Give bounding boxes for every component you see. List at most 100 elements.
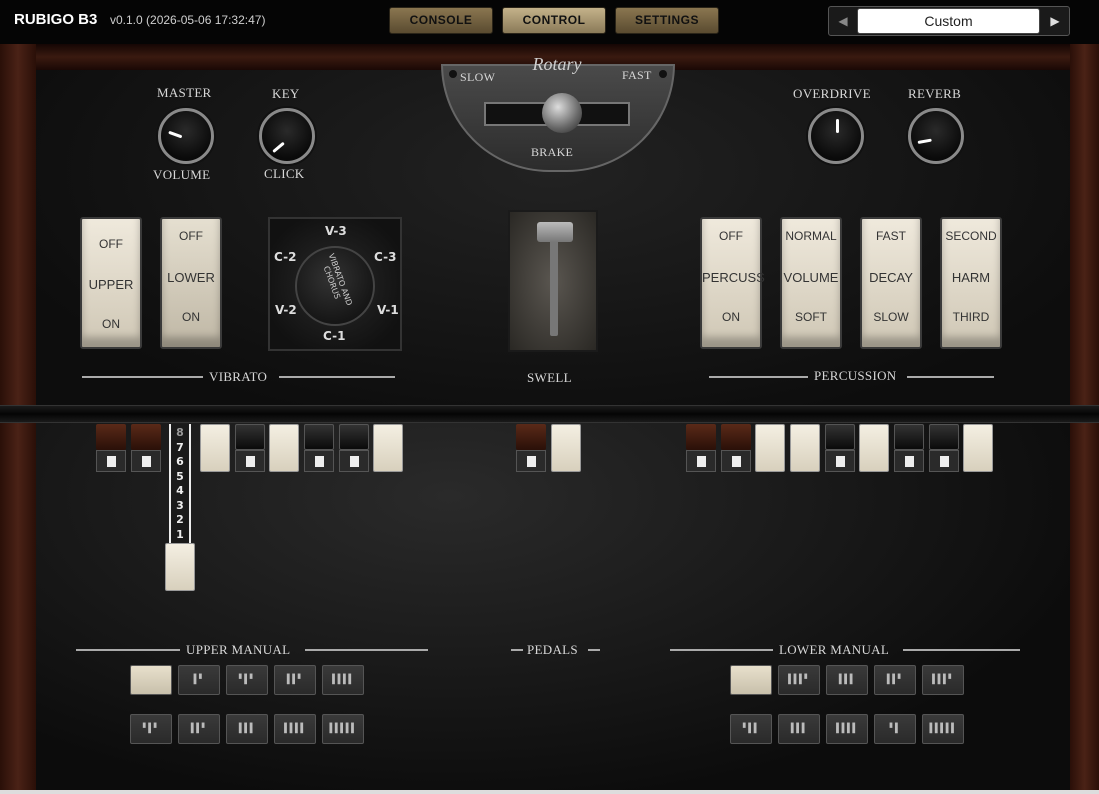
drawbar-scale: 8 7 6 5 4 3 2 1	[172, 426, 188, 542]
upper-drawbar-5[interactable]	[235, 424, 265, 472]
percussion-rule-left	[709, 376, 808, 378]
percussion-decay-switch[interactable]: FAST DECAY SLOW	[860, 217, 922, 349]
rotary-title: Rotary	[532, 54, 582, 74]
switch-top-label: SECOND	[945, 229, 997, 243]
master-volume-knob[interactable]	[158, 108, 214, 164]
selector-c3-label: C-3	[374, 250, 397, 264]
upper-manual-rule-right	[305, 649, 428, 651]
selector-c2-label: C-2	[274, 250, 297, 264]
selector-v1-label: V-1	[377, 303, 399, 317]
upper-preset-key-9[interactable]: ▌▌▌▌	[274, 714, 316, 744]
upper-preset-key-2[interactable]: ▌▘	[178, 665, 220, 695]
screw-icon	[659, 70, 667, 78]
lower-drawbar-1[interactable]	[686, 424, 716, 472]
lower-drawbar-6[interactable]	[859, 424, 889, 472]
rotary-slow-label: SLOW	[460, 70, 496, 84]
lower-preset-key-4[interactable]: ▌▌▘	[874, 665, 916, 695]
lower-preset-key-5[interactable]: ▌▌▌▘	[922, 665, 964, 695]
upper-drawbar-9[interactable]	[373, 424, 403, 472]
app-title: RUBIGO B3	[14, 11, 98, 28]
upper-preset-key-10[interactable]: ▌▌▌▌▌	[322, 714, 364, 744]
vibrato-upper-switch[interactable]: OFF UPPER ON	[80, 217, 142, 349]
tab-console[interactable]: CONSOLE	[389, 7, 493, 34]
master-volume-top-label: MASTER	[157, 85, 212, 100]
percussion-section-label: PERCUSSION	[814, 368, 897, 383]
lower-preset-key-9[interactable]: ▘▌	[874, 714, 916, 744]
tab-settings[interactable]: SETTINGS	[615, 7, 719, 34]
swell-handle[interactable]	[537, 222, 573, 242]
upper-drawbar-2[interactable]	[131, 424, 161, 472]
percussion-volume-switch[interactable]: NORMAL VOLUME SOFT	[780, 217, 842, 349]
upper-drawbar-8[interactable]	[339, 424, 369, 472]
tab-control[interactable]: CONTROL	[502, 7, 606, 34]
lower-drawbar-4[interactable]	[790, 424, 820, 472]
lower-preset-key-6[interactable]: ▘▌▌	[730, 714, 772, 744]
lower-preset-key-8[interactable]: ▌▌▌▌	[826, 714, 868, 744]
upper-preset-key-4[interactable]: ▌▌▘	[274, 665, 316, 695]
upper-manual-label: UPPER MANUAL	[186, 642, 291, 657]
pedals-rule-left	[511, 649, 523, 651]
switch-name-label: UPPER	[88, 277, 134, 292]
upper-preset-key-7[interactable]: ▌▌▘	[178, 714, 220, 744]
switch-bottom-label: THIRD	[952, 310, 990, 324]
lower-preset-key-10[interactable]: ▌▌▌▌▌	[922, 714, 964, 744]
lower-drawbar-8[interactable]	[929, 424, 959, 472]
upper-drawbar-4[interactable]	[200, 424, 230, 472]
upper-drawbar-3-handle[interactable]	[165, 543, 195, 591]
upper-preset-key-5[interactable]: ▌▌▌▌	[322, 665, 364, 695]
drawbar-scale-digit: 1	[176, 527, 184, 541]
switch-top-label: OFF	[99, 237, 123, 251]
upper-drawbar-1[interactable]	[96, 424, 126, 472]
lower-drawbar-5[interactable]	[825, 424, 855, 472]
lower-preset-key-3[interactable]: ▌▌▌	[826, 665, 868, 695]
switch-name-label: DECAY	[869, 270, 913, 285]
upper-drawbar-7[interactable]	[304, 424, 334, 472]
preset-prev-button[interactable]: ◀	[829, 7, 857, 35]
drawbar-scale-digit: 8	[176, 426, 184, 439]
lower-preset-key-7[interactable]: ▌▌▌	[778, 714, 820, 744]
lower-preset-key-1[interactable]	[730, 665, 772, 695]
middle-rail	[0, 405, 1099, 423]
preset-next-button[interactable]: ▶	[1041, 7, 1069, 35]
key-click-bottom-label: CLICK	[264, 166, 305, 181]
percussion-on-switch[interactable]: OFF PERCUSS ON	[700, 217, 765, 349]
upper-drawbar-6[interactable]	[269, 424, 299, 472]
selector-v3-label: V-3	[325, 224, 347, 238]
reverb-knob[interactable]	[908, 108, 964, 164]
key-click-knob[interactable]	[259, 108, 315, 164]
drawbar-scale-digit: 2	[176, 513, 184, 526]
drawbar-scale-digit: 7	[176, 440, 184, 454]
reverb-label: REVERB	[908, 86, 962, 101]
lower-manual-rule-left	[670, 649, 773, 651]
percussion-harm-switch[interactable]: SECOND HARM THIRD	[940, 217, 1002, 349]
pedals-label: PEDALS	[527, 642, 578, 657]
selector-v2-label: V-2	[275, 303, 297, 317]
switch-bottom-label: ON	[722, 310, 740, 324]
pedal-drawbar-2[interactable]	[551, 424, 581, 472]
vibrato-lower-switch[interactable]: OFF LOWER ON	[160, 217, 222, 349]
lower-drawbar-3[interactable]	[755, 424, 785, 472]
drawbar-scale-digit: 4	[176, 484, 184, 497]
lower-drawbar-2[interactable]	[721, 424, 751, 472]
upper-preset-key-6[interactable]: ▘▌▘	[130, 714, 172, 744]
rotary-slider-knob[interactable]	[542, 93, 582, 133]
lower-drawbar-9[interactable]	[963, 424, 993, 472]
upper-preset-key-3[interactable]: ▘▌▘	[226, 665, 268, 695]
pedal-drawbar-1[interactable]	[516, 424, 546, 472]
switch-name-label: LOWER	[167, 270, 215, 285]
swell-label: SWELL	[527, 370, 572, 385]
upper-preset-key-1[interactable]	[130, 665, 172, 695]
selector-c1-label: C-1	[323, 329, 346, 343]
lower-preset-key-2[interactable]: ▌▌▌▘	[778, 665, 820, 695]
pedals-rule-right	[588, 649, 600, 651]
drawbar-scale-digit: 6	[176, 455, 184, 468]
upper-manual-rule-left	[76, 649, 180, 651]
switch-name-label: VOLUME	[783, 270, 839, 285]
preset-name-field[interactable]: Custom	[857, 8, 1040, 34]
vibrato-rule-right	[279, 376, 395, 378]
lower-manual-rule-right	[903, 649, 1020, 651]
overdrive-knob[interactable]	[808, 108, 864, 164]
lower-drawbar-7[interactable]	[894, 424, 924, 472]
switch-bottom-label: SOFT	[795, 310, 827, 324]
upper-preset-key-8[interactable]: ▌▌▌	[226, 714, 268, 744]
